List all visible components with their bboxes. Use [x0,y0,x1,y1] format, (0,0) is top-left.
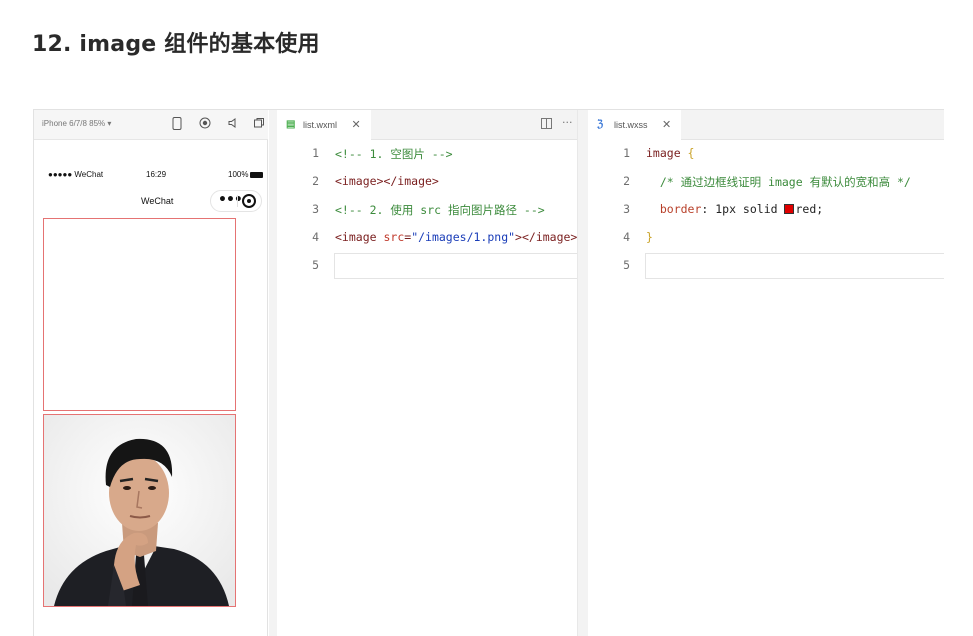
battery-indicator: 100% [228,170,264,179]
code-token: <image></image> [335,174,439,188]
tab-label: list.wxss [614,120,648,130]
device-selector[interactable]: iPhone 6/7/8 85% ▾ [42,119,111,128]
record-icon[interactable] [198,117,212,131]
code-line[interactable]: 3 <!-- 2. 使用 src 指向图片路径 --> [277,196,577,224]
battery-percent: 100% [228,170,249,179]
nav-bar-title: WeChat [141,196,174,206]
tab-list-wxss[interactable]: ℨ list.wxss ✕ [588,110,682,140]
wxss-file-icon: ℨ [597,119,604,130]
code-line[interactable]: 4} [588,224,944,252]
code-token: { [687,146,695,160]
code-line[interactable]: 2 <image></image> [277,168,577,196]
more-actions-icon[interactable]: ··· [562,116,573,129]
split-editor-icon[interactable] [541,118,552,132]
code-text: <!-- 1. 空图片 --> [335,146,453,162]
status-time: 16:29 [146,170,167,179]
line-number: 5 [312,258,319,272]
close-tab-icon[interactable]: ✕ [352,110,361,140]
code-text: /* 通过边框线证明 image 有默认的宽和高 */ [646,174,911,190]
code-token: border [646,202,702,216]
tab-label: list.wxml [303,120,337,130]
battery-icon [250,171,264,178]
line-number: 2 [312,174,319,188]
code-token: /* 通过边框线证明 image 有默认的宽和高 */ [646,175,911,189]
current-line-highlight [645,253,944,279]
line-number: 4 [312,230,319,244]
phone-status-bar: ●●●●● WeChat 16:29 100% [42,170,264,184]
code-text: } [646,230,653,244]
close-tab-icon[interactable]: ✕ [662,110,671,140]
code-token: image [646,146,688,160]
code-line[interactable]: 4 <image src="/images/1.png"></image> [277,224,577,252]
simulator-panel: iPhone 6/7/8 85% ▾ ●●●●● WeChat 16:29 10… [34,110,268,636]
line-number: 3 [312,202,319,216]
menu-capsule[interactable]: ••• [210,190,262,212]
code-line[interactable]: 1 image { [588,140,944,168]
close-miniprogram-icon[interactable] [242,194,256,208]
code-text: border: 1px solid red; [646,202,823,216]
code-token: ></image> [515,230,578,244]
editor-splitter[interactable] [578,110,588,636]
code-text: <image></image> [335,174,439,188]
current-line-highlight [334,253,577,279]
line-number: 1 [623,146,630,160]
wxml-file-icon: ▤ [286,119,296,130]
code-text: <!-- 2. 使用 src 指向图片路径 --> [335,202,545,218]
capsule-divider [237,195,238,207]
line-number: 4 [623,230,630,244]
wxss-editor: ℨ list.wxss ✕ 1 image {2 /* 通过边框线证明 image… [588,110,944,636]
portrait-image [43,414,236,607]
line-number: 5 [623,258,630,272]
code-token: } [646,230,653,244]
code-token: "/images/1.png" [411,230,516,244]
portrait-photo [44,415,235,606]
line-number: 3 [623,202,630,216]
code-token: <!-- 1. 空图片 --> [335,147,453,161]
wxml-editor: ▤ list.wxml ✕ ··· 1 <!-- 1. 空图片 --> 2 <imag… [277,110,578,636]
code-token: red; [795,202,824,216]
code-text: image { [646,146,694,160]
code-line[interactable]: 1 <!-- 1. 空图片 --> [277,140,577,168]
volume-icon[interactable] [226,117,240,131]
empty-image [43,218,236,411]
code-line[interactable]: 2 /* 通过边框线证明 image 有默认的宽和高 */ [588,168,944,196]
simulator-toolbar: iPhone 6/7/8 85% ▾ [34,110,268,140]
code-token: <!-- 2. 使用 src 指向图片路径 --> [335,203,545,217]
code-line[interactable]: 5 [277,252,577,280]
code-token: : 1px solid [701,202,785,216]
line-number: 2 [623,174,630,188]
code-text: <image src="/images/1.png"></image> [335,230,577,244]
panel-splitter[interactable] [269,110,277,636]
color-swatch-icon[interactable] [784,204,795,214]
tab-list-wxml[interactable]: ▤ list.wxml ✕ [277,110,371,140]
code-line[interactable]: 5 [588,252,944,280]
code-line[interactable]: 3 border: 1px solid red; [588,196,944,224]
line-number: 1 [312,146,319,160]
more-icon[interactable]: ••• [218,192,243,208]
code-token: src [383,230,405,244]
devtools-window: iPhone 6/7/8 85% ▾ ●●●●● WeChat 16:29 10… [33,109,944,636]
wxml-tabbar: ▤ list.wxml ✕ ··· [277,110,577,140]
code-token: <image [335,230,384,244]
phone-icon[interactable] [170,117,184,131]
window-icon[interactable] [252,117,266,131]
carrier-label: ●●●●● WeChat [48,170,104,179]
page-title: 12. image 组件的基本使用 [32,32,320,57]
wxss-tabbar: ℨ list.wxss ✕ [588,110,944,140]
